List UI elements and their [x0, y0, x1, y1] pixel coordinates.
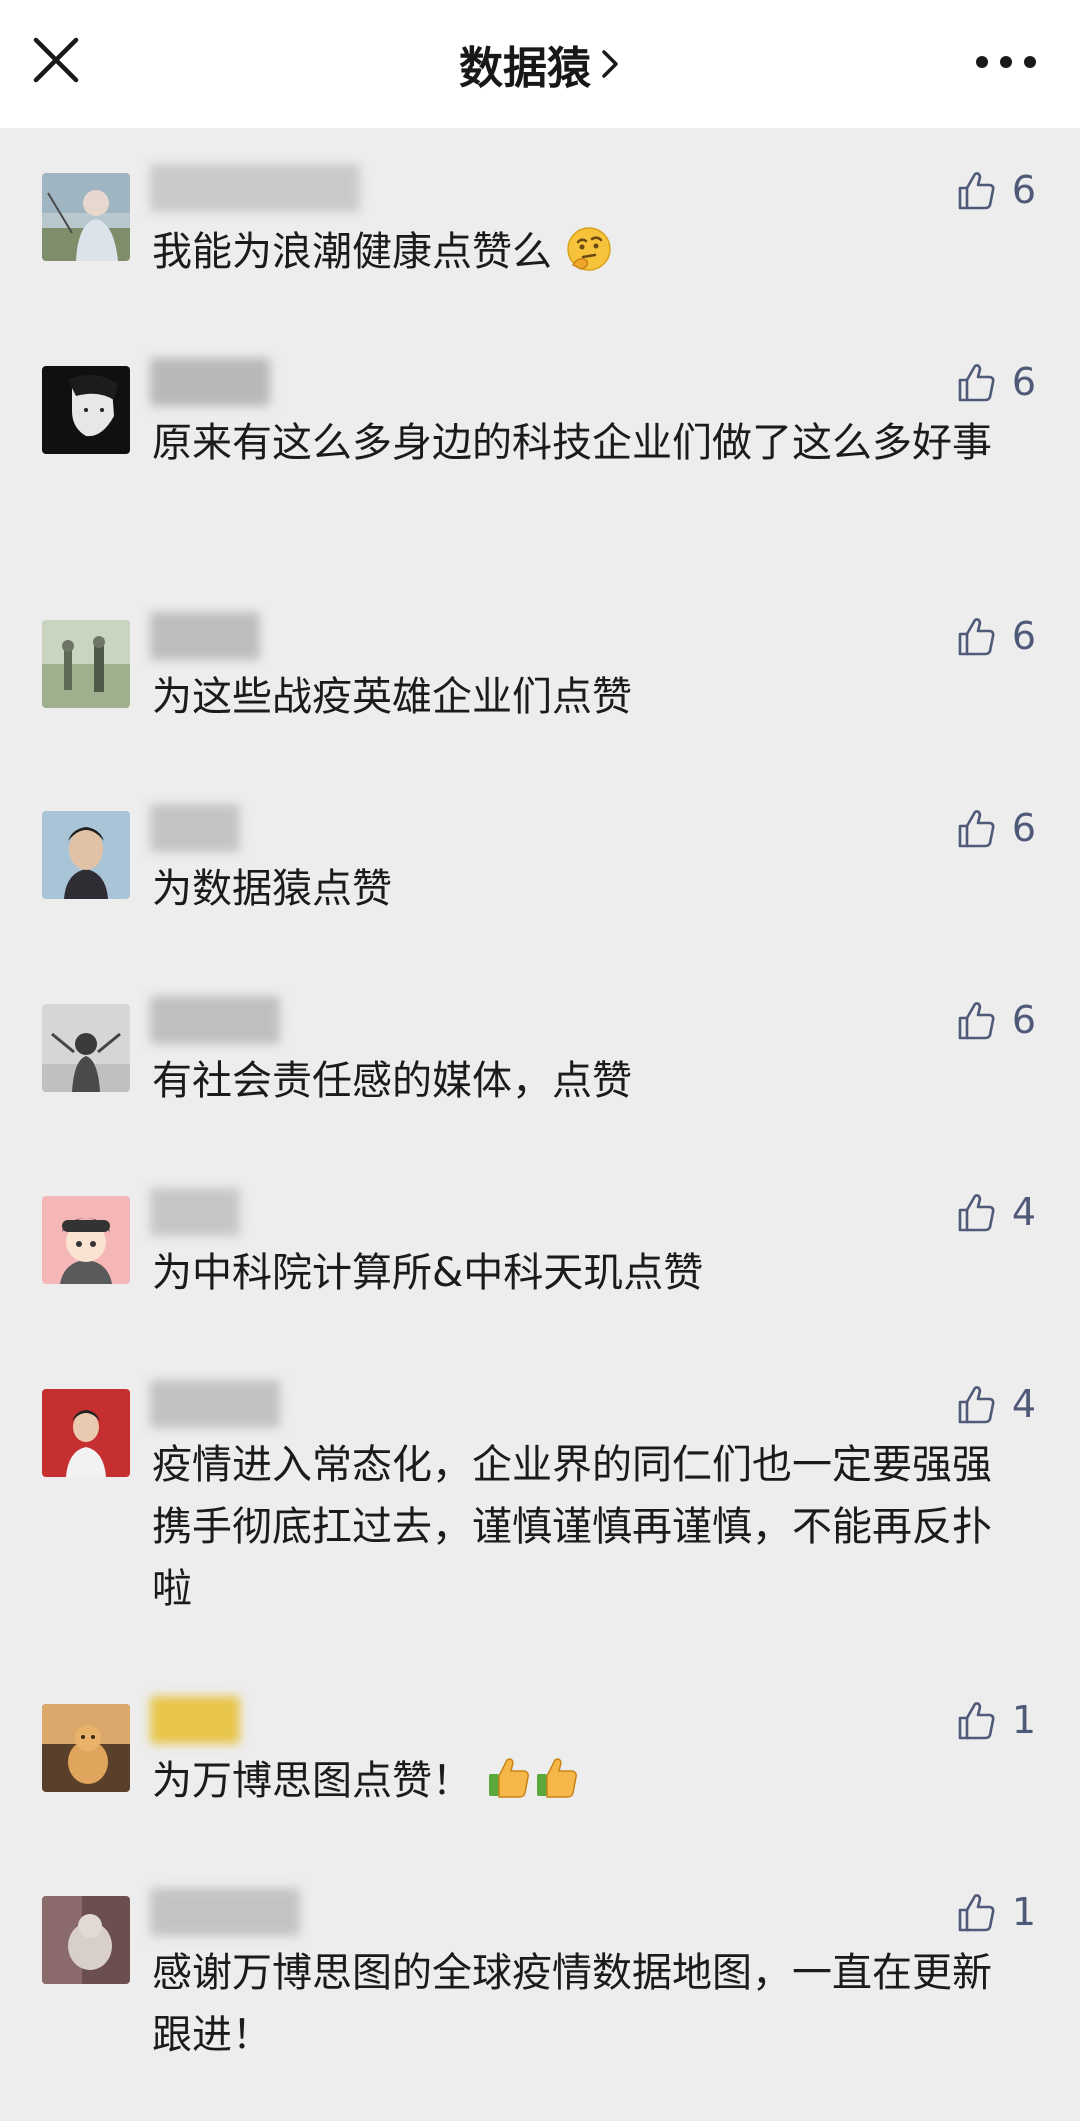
like-button[interactable]: 4: [954, 1382, 1036, 1426]
username-redacted: [150, 1888, 300, 1936]
like-count: 6: [1011, 168, 1036, 212]
top-bar: 数据猿: [0, 0, 1080, 128]
avatar[interactable]: [42, 1389, 130, 1477]
avatar[interactable]: [42, 1196, 130, 1284]
username-redacted: [150, 612, 260, 660]
avatar[interactable]: [42, 1896, 130, 1984]
comment-text: 我能为浪潮健康点赞么: [152, 221, 1012, 283]
page-title: 数据猿: [459, 43, 591, 94]
more-dot: [976, 56, 988, 68]
thumbs-up-icon: [958, 618, 995, 656]
thumbs-up-icon: [958, 1386, 995, 1424]
username-redacted: [150, 358, 270, 406]
thumbs-up-icon: [958, 364, 995, 402]
thumbs-up-emoji: [536, 1758, 577, 1798]
like-count: 4: [1011, 1382, 1036, 1426]
like-count: 6: [1011, 360, 1036, 404]
like-button[interactable]: 6: [954, 360, 1036, 404]
username-redacted: [150, 1188, 240, 1236]
avatar-image: [42, 1704, 130, 1792]
thumbs-up-icon: [958, 810, 995, 848]
avatar-image: [42, 1004, 130, 1092]
avatar-image: [42, 366, 130, 454]
chevron-right-icon: [602, 50, 618, 78]
like-button[interactable]: 6: [954, 806, 1036, 850]
thumbs-up-icon: [958, 1702, 995, 1740]
like-count: 1: [1011, 1890, 1036, 1934]
like-button[interactable]: 6: [954, 614, 1036, 658]
comment-text: 为万博思图点赞！: [152, 1750, 1012, 1812]
avatar-image: [42, 620, 130, 708]
like-count: 6: [1011, 806, 1036, 850]
username-redacted: [150, 1696, 240, 1744]
avatar[interactable]: [42, 1704, 130, 1792]
more-options-button[interactable]: [976, 50, 1036, 74]
avatar-image: [42, 173, 130, 261]
avatar-image: [42, 811, 130, 899]
thumbs-up-icon: [958, 1894, 995, 1932]
thumbs-up-emoji: [488, 1758, 529, 1798]
avatar-image: [42, 1389, 130, 1477]
comment-text: 为数据猿点赞: [152, 866, 392, 912]
avatar-image: [42, 1896, 130, 1984]
more-dot: [1024, 56, 1036, 68]
like-count: 4: [1011, 1190, 1036, 1234]
avatar[interactable]: [42, 1004, 130, 1092]
like-button[interactable]: 6: [954, 168, 1036, 212]
avatar-image: [42, 1196, 130, 1284]
thumbs-up-icon: [958, 172, 995, 210]
avatar[interactable]: [42, 811, 130, 899]
account-title-link[interactable]: 数据猿: [0, 0, 1080, 128]
username-redacted: [150, 996, 280, 1044]
like-button[interactable]: 1: [954, 1890, 1036, 1934]
like-button[interactable]: 1: [954, 1698, 1036, 1742]
avatar[interactable]: [42, 620, 130, 708]
more-dot: [1000, 56, 1012, 68]
comment-text: 原来有这么多身边的科技企业们做了这么多好事: [152, 420, 992, 466]
username-redacted: [150, 804, 240, 852]
thumbs-up-icon: [958, 1194, 995, 1232]
comment-text: 为中科院计算所&中科天玑点赞: [152, 1250, 704, 1296]
comment-text: 为这些战疫英雄企业们点赞: [152, 674, 632, 720]
thumbs-up-icon: [958, 1002, 995, 1040]
like-count: 1: [1011, 1698, 1036, 1742]
like-count: 6: [1011, 614, 1036, 658]
username-redacted: [150, 164, 360, 212]
comment-text: 有社会责任感的媒体，点赞: [152, 1058, 632, 1104]
avatar[interactable]: [42, 173, 130, 261]
username-redacted: [150, 1380, 280, 1428]
thinking-face-emoji: [566, 227, 611, 271]
comment-text: 感谢万博思图的全球疫情数据地图，一直在更新跟进！: [152, 1950, 992, 2058]
comment-text: 疫情进入常态化，企业界的同仁们也一定要强强携手彻底扛过去，谨慎谨慎再谨慎，不能再…: [152, 1442, 992, 1612]
like-button[interactable]: 4: [954, 1190, 1036, 1234]
like-button[interactable]: 6: [954, 998, 1036, 1042]
like-count: 6: [1011, 998, 1036, 1042]
avatar[interactable]: [42, 366, 130, 454]
